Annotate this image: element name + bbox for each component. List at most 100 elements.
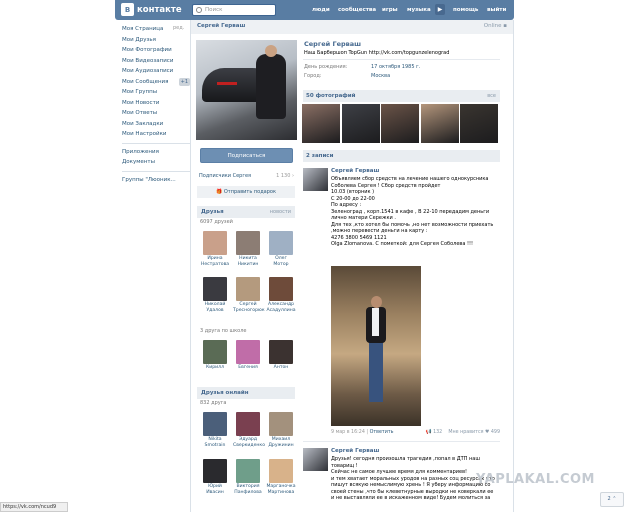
sidebar-item-photos[interactable]: Мои Фотографии [122,45,190,56]
friend-last-name[interactable]: Ивасин [200,490,230,496]
browser-status-bar: https://vk.com/ncud9 [0,502,68,512]
friend-item[interactable]: Эдуард Сверкиденко [233,412,265,449]
friend-last-name[interactable]: Удалов [200,308,230,314]
friend-last-name[interactable]: Нестратова [200,262,230,268]
friend-item[interactable]: Евгения [233,340,263,371]
friend-avatar[interactable] [203,340,227,364]
nav-games[interactable]: игры [382,7,398,13]
nav-music[interactable]: музыка [407,7,431,13]
sidebar-item-documents[interactable]: Документы [122,157,190,168]
friend-last-name[interactable]: Тресногорюк [233,308,265,314]
friend-first-name[interactable]: Кирилл [200,365,230,371]
photo-thumbnail[interactable] [460,104,498,143]
friend-avatar[interactable] [236,277,260,301]
vk-logo[interactable]: B контакте [121,3,182,16]
friend-item[interactable]: Михаил Дружинин [266,412,296,448]
friend-last-name[interactable]: Асадуллина [266,308,296,314]
post-author[interactable]: Сергей Герваш [331,448,379,454]
subscribe-button[interactable]: Подписаться [200,148,293,163]
friend-last-name[interactable]: Мартинова [266,490,296,496]
friend-item[interactable]: Сергей Тресногорюк [233,277,265,314]
friend-item[interactable]: Александр Асадуллина [266,277,296,313]
friends-news-link[interactable]: новости [270,206,291,218]
friend-avatar[interactable] [203,412,227,436]
birthday-value[interactable]: 17 октября 1985 г. [371,64,420,70]
friend-last-name[interactable]: Панфилова [233,490,263,496]
edit-link[interactable]: ред. [173,25,184,31]
photo-thumbnail[interactable] [420,104,459,143]
friend-last-name[interactable]: Дружинин [266,443,296,449]
friend-item[interactable]: Кирилл [200,340,230,371]
post-actions[interactable]: 📢 132 Мне нравится ♥ 499 [426,430,500,435]
friend-item[interactable]: Юрий Ивасин [200,459,230,495]
friend-last-name[interactable]: Мотор [266,262,296,268]
reply-link[interactable]: Ответить [370,430,394,435]
friend-avatar[interactable] [236,412,260,436]
friend-avatar[interactable] [203,277,227,301]
friend-avatar[interactable] [236,459,260,483]
friend-last-name[interactable]: Никитин [233,262,263,268]
friend-first-name[interactable]: Евгения [233,365,263,371]
search-placeholder: Поиск [205,7,223,13]
nav-logout[interactable]: выйти [487,7,506,13]
photo-thumbnail[interactable] [381,104,419,143]
post-author-avatar[interactable] [303,448,328,471]
friend-first-name[interactable]: Антон [266,365,296,371]
floating-button[interactable]: 2 ⌃ [600,492,624,507]
sidebar-groups-link[interactable]: Группы "Люоник... [122,175,190,186]
friend-avatar[interactable] [236,340,260,364]
friend-avatar[interactable] [236,231,260,255]
sidebar-item-messages[interactable]: Мои Сообщения +1 [122,77,190,88]
photos-header[interactable]: 50 фотографий все [303,90,500,102]
post-author[interactable]: Сергей Герваш [331,168,379,174]
photo-thumbnail[interactable] [302,104,340,143]
friend-item[interactable]: Марганочка Мартинова [266,459,296,495]
friend-avatar[interactable] [269,459,293,483]
friend-first-name[interactable]: Виктория [233,484,263,490]
friend-last-name[interactable]: Сверкиденко [233,443,265,449]
nav-help[interactable]: помощь [453,7,478,13]
subscribers-link[interactable]: Подписчики Сергея 1 130 › [199,173,294,179]
friend-avatar[interactable] [269,277,293,301]
online-friends-grid: Nikita Smotrain Эдуард Сверкиденко Михаил Дру… [197,412,296,507]
sidebar-item-groups[interactable]: Мои Группы [122,87,190,98]
search-input[interactable]: Поиск [192,4,276,16]
sidebar-item-friends[interactable]: Мои Друзья [122,35,190,46]
post-author-avatar[interactable] [303,168,328,191]
play-icon[interactable]: ▶ [435,4,445,15]
nav-people[interactable]: люди [312,7,330,13]
sidebar-item-videos[interactable]: Мои Видеозаписи [122,56,190,67]
friend-last-name[interactable]: Smotrain [200,443,230,449]
friend-avatar[interactable] [203,231,227,255]
friend-item[interactable]: Никита Никитин [233,231,263,267]
friend-item[interactable]: Олег Мотор [266,231,296,267]
sidebar-item-settings[interactable]: Мои Настройки [122,129,190,140]
photo-thumbnail[interactable] [341,104,380,143]
post-date[interactable]: 9 мар в 16:24 [331,430,365,435]
friends-header[interactable]: Друзья новости [197,206,295,218]
friend-item[interactable]: Nikita Smotrain [200,412,230,448]
sidebar-item-answers[interactable]: Мои Ответы [122,108,190,119]
sidebar-item-news[interactable]: Мои Новости [122,98,190,109]
sidebar-item-audio[interactable]: Мои Аудиозаписи [122,66,190,77]
nav-communities[interactable]: сообщества [338,7,376,13]
friend-first-name[interactable]: Марганочка [266,484,296,490]
sidebar-item-bookmarks[interactable]: Мои Закладки [122,119,190,130]
photos-all-link[interactable]: все [487,90,496,102]
profile-status[interactable]: Наш Барбершоп TopGun http://vk.com/topgu… [304,50,449,56]
friend-avatar[interactable] [203,459,227,483]
friend-avatar[interactable] [269,340,293,364]
friend-item[interactable]: Ирина Нестратова [200,231,230,267]
post-photo[interactable] [331,266,421,426]
friend-avatar[interactable] [269,412,293,436]
friend-item[interactable]: Антон [266,340,296,371]
city-value[interactable]: Москва [371,73,390,79]
friend-item[interactable]: Виктория Панфилова [233,459,263,495]
friend-avatar[interactable] [269,231,293,255]
sidebar-item-apps[interactable]: Приложения [122,147,190,158]
friend-item[interactable]: Николай Удалов [200,277,230,313]
send-gift-button[interactable]: 🎁 Отправить подарок [197,186,295,198]
online-friends-header[interactable]: Друзья онлайн [197,387,295,399]
friend-first-name[interactable]: Александр [266,302,296,308]
profile-avatar[interactable] [196,40,297,140]
